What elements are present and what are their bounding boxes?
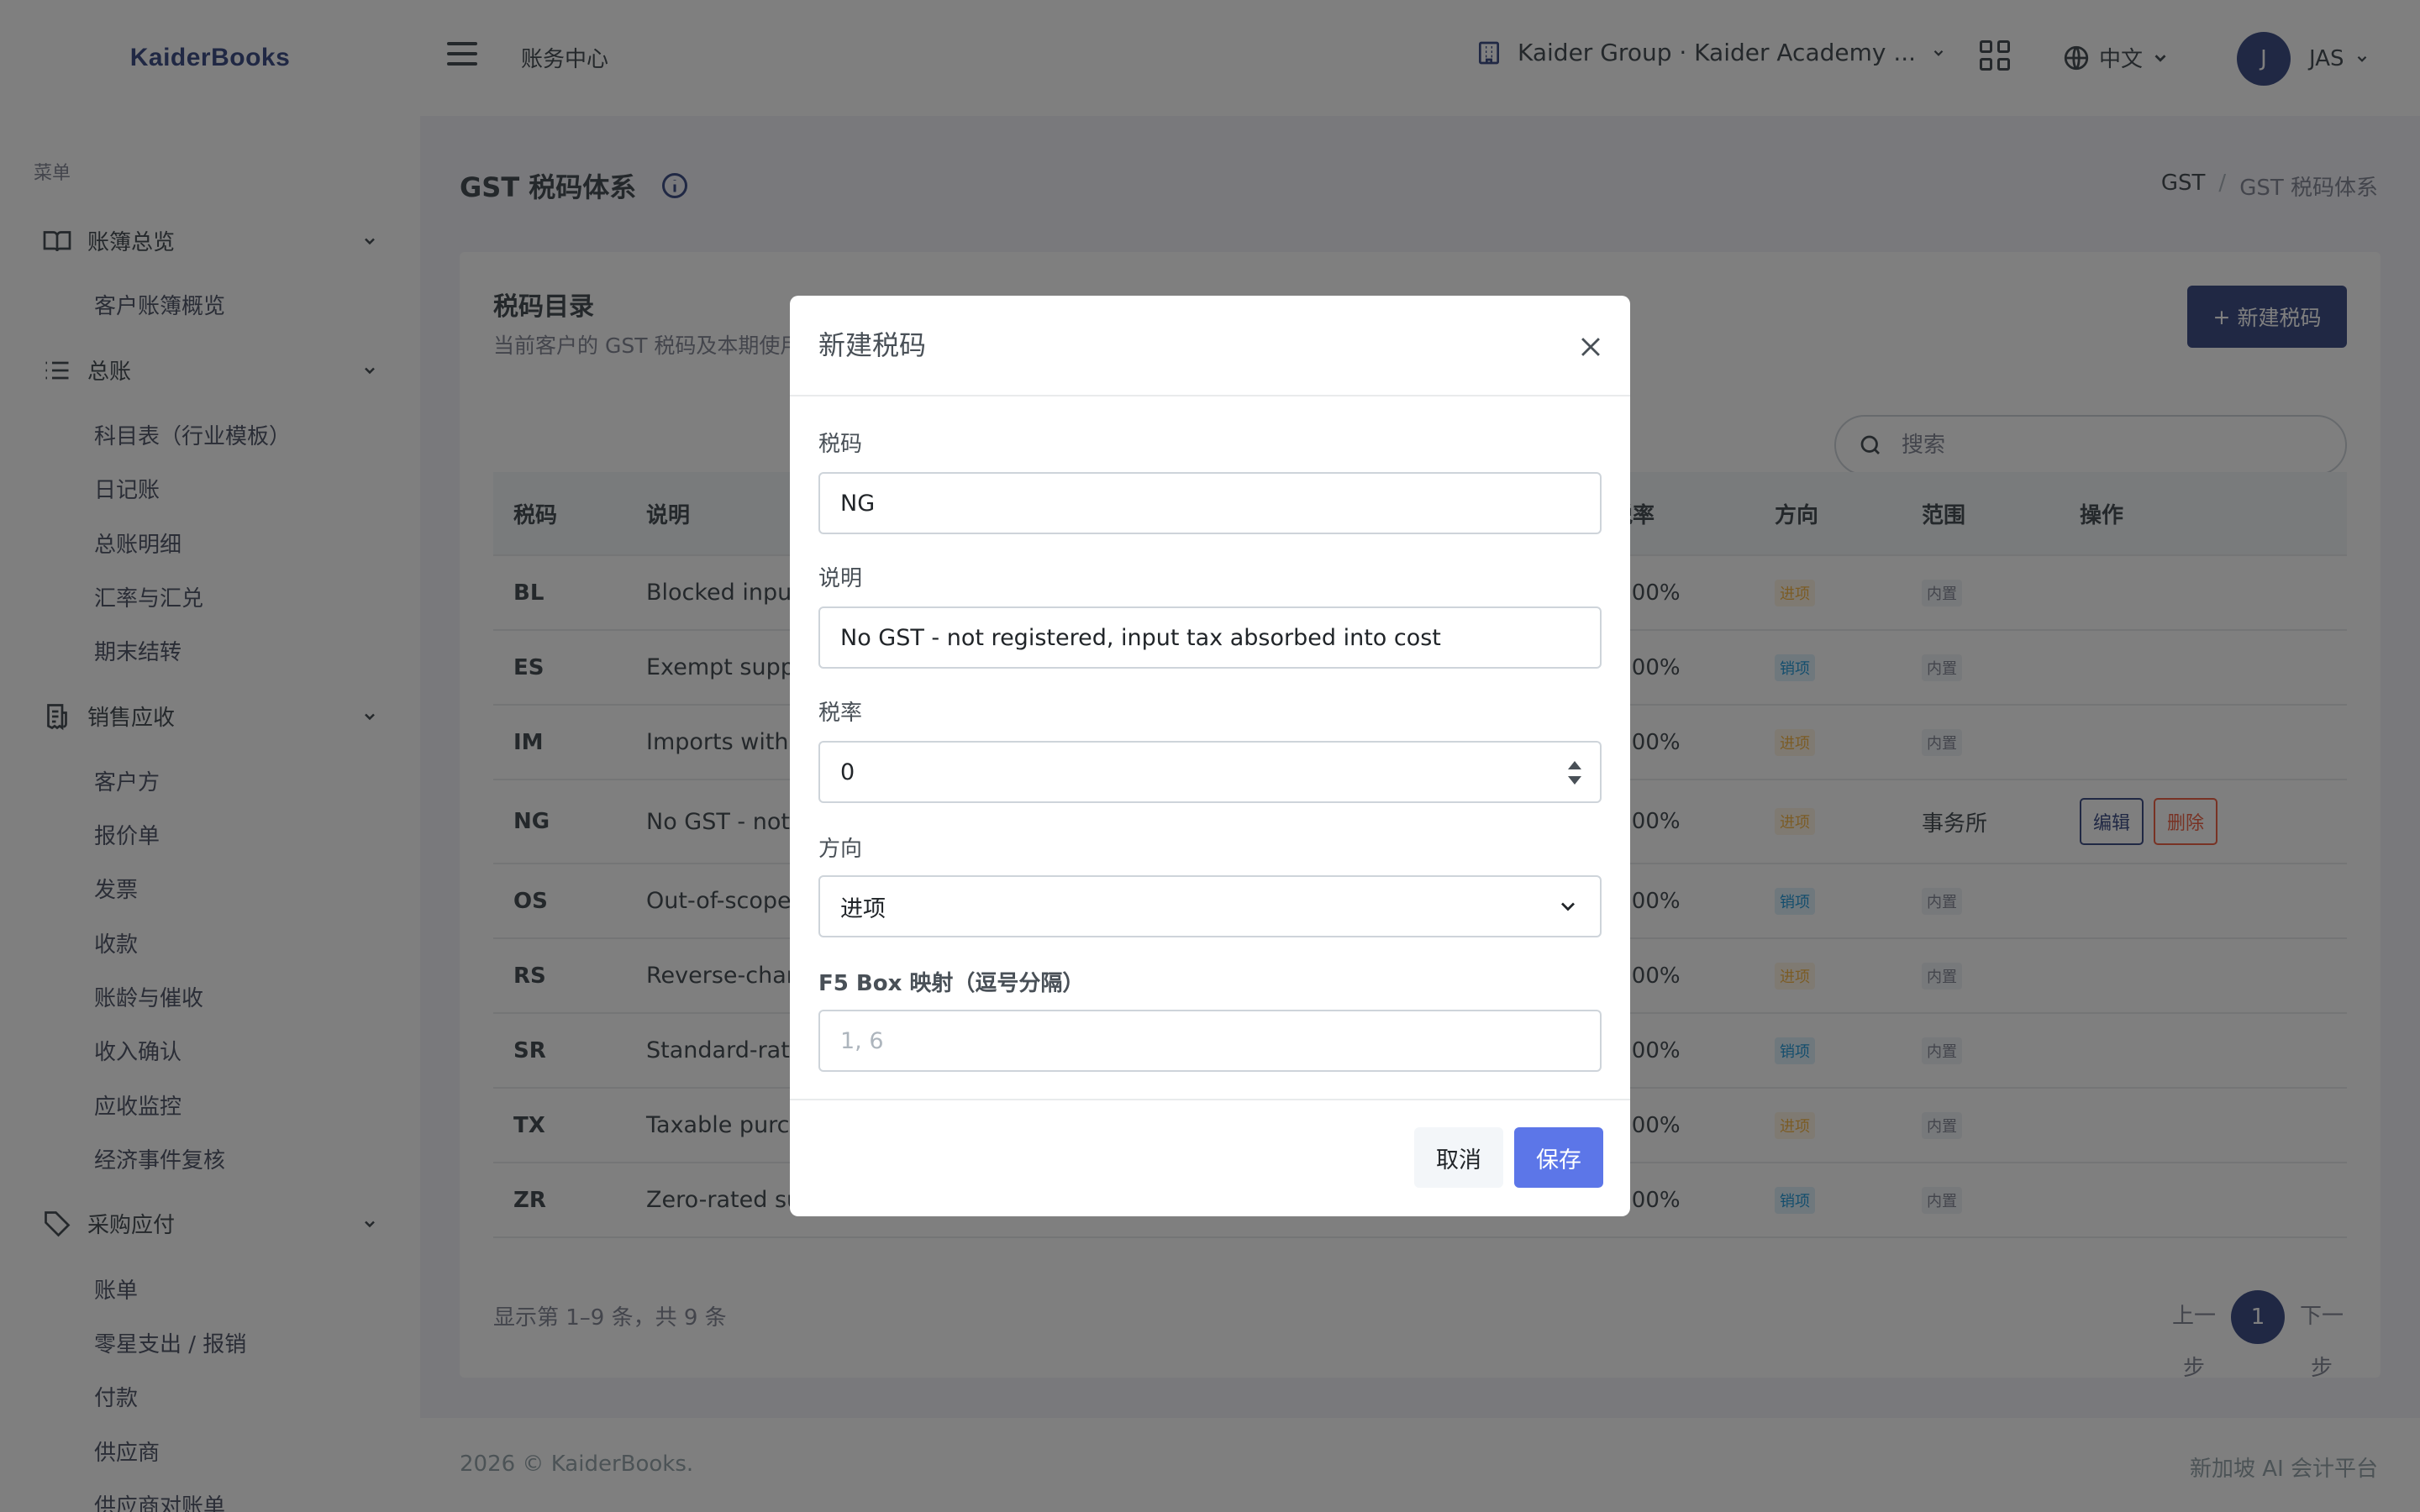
direction-select[interactable]: 进项 bbox=[818, 875, 1602, 937]
number-stepper-icon[interactable] bbox=[1566, 756, 1583, 790]
f5-box-input[interactable] bbox=[818, 1010, 1602, 1072]
save-button[interactable]: 保存 bbox=[1514, 1127, 1603, 1188]
modal-header: 新建税码 bbox=[790, 296, 1630, 396]
f5-box-label: F5 Box 映射（逗号分隔） bbox=[818, 971, 1085, 996]
modal-footer: 取消 保存 bbox=[790, 1099, 1630, 1216]
tax-rate-input[interactable] bbox=[818, 741, 1602, 803]
new-tax-code-modal: 新建税码 税码 说明 税率 方向 进项 F5 Box 映射（逗号分隔） 取消 保… bbox=[790, 296, 1630, 1216]
tax-code-input[interactable] bbox=[818, 472, 1602, 534]
direction-selected-value: 进项 bbox=[840, 895, 886, 922]
modal-title: 新建税码 bbox=[818, 329, 927, 361]
close-icon[interactable] bbox=[1576, 333, 1605, 361]
cancel-button[interactable]: 取消 bbox=[1414, 1127, 1503, 1188]
chevron-down-icon bbox=[1561, 902, 1575, 911]
tax-rate-label: 税率 bbox=[818, 701, 863, 726]
description-label: 说明 bbox=[818, 566, 863, 591]
tax-code-label: 税码 bbox=[818, 432, 863, 457]
direction-label: 方向 bbox=[818, 837, 863, 862]
description-input[interactable] bbox=[818, 606, 1602, 669]
